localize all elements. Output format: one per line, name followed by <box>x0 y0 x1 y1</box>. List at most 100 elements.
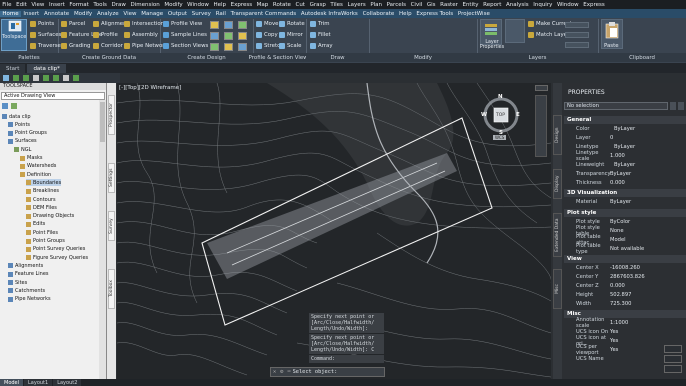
ribbon-cmd-pipe-network[interactable]: Pipe Network <box>124 43 168 49</box>
tree-item-point-files[interactable]: Point Files <box>26 229 58 236</box>
tree-item-edits[interactable]: Edits <box>26 221 45 228</box>
tree-item-pipe-networks[interactable]: Pipe Networks <box>8 296 51 303</box>
menu-item-file[interactable]: File <box>0 2 14 8</box>
ribbon-tab-collaborate[interactable]: Collaborate <box>360 11 396 17</box>
ribbon-tab-view[interactable]: View <box>121 11 139 17</box>
ribbon-panel-profile-section-views[interactable]: Profile & Section Views <box>249 53 310 62</box>
properties-tab-display[interactable]: Display <box>553 169 562 199</box>
ribbon-cmd-scale[interactable]: Scale <box>279 43 302 49</box>
ribbon-cmd-intersections[interactable]: Intersections <box>124 21 167 27</box>
tree-item-feature-lines[interactable]: Feature Lines <box>8 271 49 278</box>
tree-item-point-groups[interactable]: Point Groups <box>8 130 47 137</box>
ribbon-cmd-copy[interactable]: Copy <box>256 32 278 38</box>
draw-tool-icon[interactable] <box>238 32 247 40</box>
properties-tab-misc[interactable]: Misc <box>553 269 562 309</box>
toolspace-scrollbar[interactable] <box>99 100 106 379</box>
command-customize-icon[interactable]: ⚙ <box>278 369 285 375</box>
draw-tool-icon[interactable] <box>238 21 247 29</box>
menu-item-map[interactable]: Map <box>254 2 270 8</box>
ribbon-cmd-assembly[interactable]: Assembly <box>124 32 158 38</box>
tree-item-point-groups[interactable]: Point Groups <box>26 238 65 245</box>
menu-item-grasp[interactable]: Grasp <box>307 2 328 8</box>
menu-item-edit[interactable]: Edit <box>14 2 29 8</box>
layer-tool-icon[interactable] <box>565 42 589 48</box>
menu-item-tools[interactable]: Tools <box>91 2 109 8</box>
ribbon-cmd-traverse[interactable]: Traverse <box>30 43 61 49</box>
menu-item-raster[interactable]: Raster <box>438 2 460 8</box>
toolspace-view-select[interactable]: Active Drawing View <box>1 92 105 100</box>
draw-tool-icon[interactable] <box>238 43 247 51</box>
tree-item-dem-files[interactable]: DEM Files <box>26 204 57 211</box>
record-icon[interactable] <box>664 365 682 373</box>
ribbon-tab-express-tools[interactable]: Express Tools <box>414 11 456 17</box>
menu-item-express[interactable]: Express <box>581 2 607 8</box>
doc-tab-data-clip[interactable]: data clip* <box>27 64 66 73</box>
menu-item-layers[interactable]: Layers <box>345 2 368 8</box>
tree-item-contours[interactable]: Contours <box>26 196 56 203</box>
ribbon-panel-palettes[interactable]: Palettes <box>0 53 58 62</box>
camera-icon[interactable] <box>664 345 682 353</box>
quick-select-button[interactable] <box>670 102 676 110</box>
ribbon-panel-layers[interactable]: Layers <box>477 53 598 62</box>
layout-tab-model[interactable]: Model <box>0 379 24 386</box>
menu-item-gis[interactable]: Gis <box>425 2 438 8</box>
property-row-center-y[interactable]: Center Y 2867603.826 <box>564 273 686 281</box>
ribbon-tab-autodesk-infraworks[interactable]: Autodesk InfraWorks <box>298 11 360 17</box>
draw-tool-icon[interactable] <box>210 21 219 29</box>
ribbon-panel-draw[interactable]: Draw <box>306 53 369 62</box>
layer-tool-icon[interactable] <box>565 22 589 28</box>
ribbon-tab-rail[interactable]: Rail <box>213 11 228 17</box>
property-section-3d-visualization[interactable]: 3D Visualization <box>564 189 686 197</box>
property-section-plot-style[interactable]: Plot style <box>564 208 686 217</box>
navigation-bar[interactable] <box>535 95 547 157</box>
properties-tab-extended-data[interactable]: Extended Data <box>553 213 562 257</box>
property-row-annotation-scale[interactable]: Annotation scale 1:1000 <box>564 317 686 329</box>
menu-item-cut[interactable]: Cut <box>293 2 307 8</box>
ribbon-cmd-match-layer[interactable]: Match Layer <box>528 32 569 38</box>
menu-item-insert[interactable]: Insert <box>47 2 67 8</box>
toolspace-tab-prospector[interactable]: Prospector <box>108 95 115 135</box>
tree-item-ngl[interactable]: NGL <box>14 146 31 153</box>
layout-tab-layout2[interactable]: Layout2 <box>53 379 82 386</box>
toolspace-tab-survey[interactable]: Survey <box>108 211 115 241</box>
menu-item-view[interactable]: View <box>29 2 47 8</box>
menu-item-parcels[interactable]: Parcels <box>384 2 408 8</box>
tree-item-boundaries[interactable]: Boundaries <box>26 179 62 187</box>
ribbon-cmd-profile[interactable]: Profile <box>93 32 118 38</box>
ribbon-panel-create-ground-data[interactable]: Create Ground Data <box>58 53 160 62</box>
viewcube-top-face[interactable]: TOP <box>496 113 505 118</box>
tree-item-point-survey-queries[interactable]: Point Survey Queries <box>26 246 85 253</box>
layer-state-button[interactable] <box>505 19 525 43</box>
menu-item-plan[interactable]: Plan <box>368 2 384 8</box>
ribbon-cmd-surfaces[interactable]: Surfaces <box>30 32 61 38</box>
properties-tab-design[interactable]: Design <box>553 115 562 155</box>
property-row-height[interactable]: Height 502.897 <box>564 291 686 299</box>
tree-item-sites[interactable]: Sites <box>8 279 27 286</box>
ribbon-cmd-array[interactable]: Array <box>310 43 333 49</box>
ribbon-tab-home[interactable]: Home <box>0 10 22 17</box>
ribbon-cmd-parcel[interactable]: Parcel <box>61 21 85 27</box>
ribbon-cmd-sample-lines[interactable]: Sample Lines <box>163 32 207 38</box>
property-row-layer[interactable]: Layer 0 <box>564 134 686 142</box>
ribbon-cmd-corridor[interactable]: Corridor <box>93 43 123 49</box>
tree-item-definition[interactable]: Definition <box>20 171 51 178</box>
viewcube-north[interactable]: N <box>498 94 503 100</box>
toolspace-scrollbar-thumb[interactable] <box>100 102 105 142</box>
tree-item-drawing-objects[interactable]: Drawing Objects <box>26 213 74 220</box>
property-row-plot-table-type[interactable]: Plot table type Not available <box>564 243 686 255</box>
viewport-controls-label[interactable]: [-][Top][2D Wireframe] <box>119 85 181 91</box>
tree-item-points[interactable]: Points <box>8 121 30 128</box>
property-section-general[interactable]: General <box>564 116 686 124</box>
doc-tab-start[interactable]: Start <box>0 64 26 73</box>
property-row-lineweight[interactable]: Lineweight ByLayer <box>564 161 686 169</box>
ribbon-tab-projectwise[interactable]: ProjectWise <box>456 11 493 17</box>
tree-item-data-clip[interactable]: data clip <box>2 113 31 120</box>
viewcube[interactable]: N S E W TOP WCS <box>481 94 521 141</box>
menu-item-modify[interactable]: Modify <box>162 2 185 8</box>
ribbon-cmd-section-views[interactable]: Section Views <box>163 43 208 49</box>
layer-tool-icon[interactable] <box>565 32 589 38</box>
property-row-thickness[interactable]: Thickness 0.000 <box>564 179 686 187</box>
ribbon-cmd-fillet[interactable]: Fillet <box>310 32 331 38</box>
ribbon-cmd-rotate[interactable]: Rotate <box>279 21 305 27</box>
wcs-menu[interactable]: WCS <box>493 135 507 140</box>
